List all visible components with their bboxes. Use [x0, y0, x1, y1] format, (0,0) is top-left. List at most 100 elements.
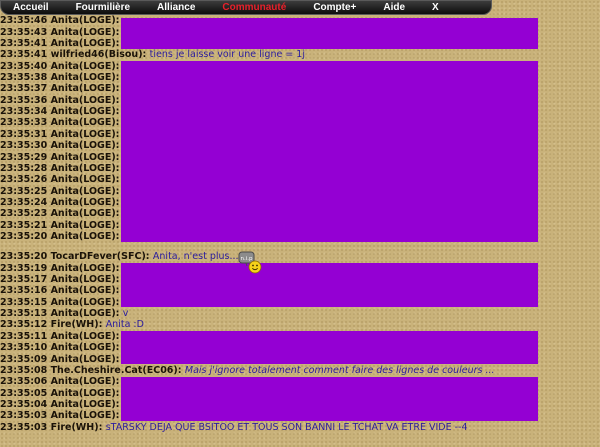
nav-item-compte[interactable]: Compte+	[313, 2, 356, 13]
message-author[interactable]: Anita(LOGE):	[51, 297, 120, 308]
color-highlight-block	[121, 61, 538, 242]
message-timestamp: 23:35:31	[0, 128, 48, 140]
message-timestamp: 23:35:36	[0, 94, 48, 106]
message-author[interactable]: Anita(LOGE):	[51, 140, 120, 151]
nav-item-x[interactable]: X	[432, 2, 439, 13]
message-timestamp: 23:35:06	[0, 376, 48, 388]
color-highlight-block	[121, 376, 538, 422]
chat-message-row: 23:35:06 Anita(LOGE):	[0, 376, 119, 387]
message-author[interactable]: Anita(LOGE):	[51, 174, 120, 185]
message-author[interactable]: Fire(WH):	[51, 422, 103, 433]
chat-message-row: 23:35:16 Anita(LOGE):	[0, 285, 119, 296]
message-author[interactable]: Anita(LOGE):	[51, 388, 120, 399]
message-author[interactable]: Anita(LOGE):	[51, 186, 120, 197]
chat-message-row: 23:35:38 Anita(LOGE):	[0, 72, 119, 83]
chat-message-row: 23:35:03 Anita(LOGE):	[0, 410, 119, 421]
message-author[interactable]: Anita(LOGE):	[51, 163, 120, 174]
message-author[interactable]: Anita(LOGE):	[51, 83, 120, 94]
message-timestamp: 23:35:28	[0, 162, 48, 174]
chat-message-row: 23:35:30 Anita(LOGE):	[0, 140, 119, 151]
message-author[interactable]: Anita(LOGE):	[51, 129, 120, 140]
message-author[interactable]: Anita(LOGE):	[51, 27, 120, 38]
smiley-sign-text: n.i.p	[240, 256, 253, 262]
message-text: Mais j'ignore totalement comment faire d…	[184, 364, 495, 376]
chat-message-row: 23:35:33 Anita(LOGE):	[0, 117, 119, 128]
message-timestamp: 23:35:37	[0, 83, 48, 95]
message-author[interactable]: Anita(LOGE):	[51, 38, 120, 49]
chat-message-row: 23:35:12 Fire(WH): Anita :D	[0, 319, 144, 330]
chat-message-row: 23:35:13 Anita(LOGE): v	[0, 308, 128, 319]
message-author[interactable]: Anita(LOGE):	[51, 106, 120, 117]
message-author[interactable]: Fire(WH):	[51, 319, 103, 330]
message-timestamp: 23:35:24	[0, 196, 48, 208]
message-timestamp: 23:35:04	[0, 398, 48, 410]
smiley-icon: n.i.p	[238, 251, 264, 275]
chat-message-row: 23:35:05 Anita(LOGE):	[0, 388, 119, 399]
message-author[interactable]: Anita(LOGE):	[51, 72, 120, 83]
message-author[interactable]: Anita(LOGE):	[51, 376, 120, 387]
nav-item-alliance[interactable]: Alliance	[157, 2, 195, 13]
message-timestamp: 23:35:40	[0, 60, 48, 72]
message-author[interactable]: Anita(LOGE):	[51, 263, 120, 274]
message-author[interactable]: Anita(LOGE):	[51, 95, 120, 106]
message-text: tiens je laisse voir une ligne = 1j	[149, 49, 305, 61]
message-author[interactable]: The.Cheshire.Cat(EC06):	[51, 365, 182, 376]
message-author[interactable]: wilfried46(Bisou):	[51, 49, 147, 60]
chat-message-row: 23:35:11 Anita(LOGE):	[0, 331, 119, 342]
chat-message-row: 23:35:23 Anita(LOGE):	[0, 208, 119, 219]
message-author[interactable]: Anita(LOGE):	[51, 399, 120, 410]
message-author[interactable]: Anita(LOGE):	[51, 208, 120, 219]
chat-message-row: 23:35:20 TocarDFever(SFC): Anita, n'est …	[0, 251, 239, 262]
chat-log: 23:35:46 Anita(LOGE): 23:35:43 Anita(LOGE…	[0, 0, 600, 447]
message-timestamp: 23:35:30	[0, 140, 48, 152]
message-author[interactable]: Anita(LOGE):	[51, 274, 120, 285]
message-timestamp: 23:35:41	[0, 49, 48, 61]
chat-message-row: 23:35:20 Anita(LOGE):	[0, 231, 119, 242]
message-author[interactable]: Anita(LOGE):	[51, 285, 120, 296]
message-timestamp: 23:35:43	[0, 26, 48, 38]
nav-item-aide[interactable]: Aide	[383, 2, 405, 13]
nav-item-communaut[interactable]: Communauté	[222, 2, 286, 13]
message-author[interactable]: Anita(LOGE):	[51, 231, 120, 242]
chat-message-row: 23:35:17 Anita(LOGE):	[0, 274, 119, 285]
message-author[interactable]: TocarDFever(SFC):	[51, 251, 150, 262]
message-timestamp: 23:35:21	[0, 219, 48, 231]
chat-message-row: 23:35:37 Anita(LOGE):	[0, 83, 119, 94]
nav-item-accueil[interactable]: Accueil	[13, 2, 49, 13]
message-author[interactable]: Anita(LOGE):	[51, 410, 120, 421]
chat-message-row: 23:35:08 The.Cheshire.Cat(EC06): Mais j'…	[0, 365, 495, 376]
message-timestamp: 23:35:05	[0, 387, 48, 399]
message-author[interactable]: Anita(LOGE):	[51, 331, 120, 342]
message-timestamp: 23:35:25	[0, 185, 48, 197]
message-author[interactable]: Anita(LOGE):	[51, 342, 120, 353]
chat-message-row: 23:35:03 Fire(WH): sTARSKY DEJA QUE BSIT…	[0, 422, 468, 433]
message-timestamp: 23:35:09	[0, 353, 48, 365]
message-timestamp: 23:35:16	[0, 285, 48, 297]
message-author[interactable]: Anita(LOGE):	[51, 15, 120, 26]
message-author[interactable]: Anita(LOGE):	[51, 354, 120, 365]
message-timestamp: 23:35:15	[0, 296, 48, 308]
message-timestamp: 23:35:19	[0, 262, 48, 274]
chat-message-row: 23:35:41 Anita(LOGE):	[0, 38, 119, 49]
message-author[interactable]: Anita(LOGE):	[51, 61, 120, 72]
message-timestamp: 23:35:23	[0, 208, 48, 220]
message-author[interactable]: Anita(LOGE):	[51, 152, 120, 163]
chat-message-row: 23:35:28 Anita(LOGE):	[0, 163, 119, 174]
message-timestamp: 23:35:10	[0, 342, 48, 354]
message-timestamp: 23:35:20	[0, 230, 48, 242]
message-timestamp: 23:35:12	[0, 319, 48, 331]
message-author[interactable]: Anita(LOGE):	[51, 197, 120, 208]
message-text: Anita, n'est plus...	[152, 251, 239, 263]
message-author[interactable]: Anita(LOGE):	[51, 308, 120, 319]
color-highlight-block	[121, 331, 538, 365]
chat-message-row: 23:35:34 Anita(LOGE):	[0, 106, 119, 117]
nav-item-fourmili-re[interactable]: Fourmilière	[76, 2, 130, 13]
chat-message-row: 23:35:09 Anita(LOGE):	[0, 354, 119, 365]
message-timestamp: 23:35:33	[0, 117, 48, 129]
message-text: v	[122, 308, 129, 320]
chat-message-row: 23:35:24 Anita(LOGE):	[0, 197, 119, 208]
message-author[interactable]: Anita(LOGE):	[51, 220, 120, 231]
chat-message-row: 23:35:19 Anita(LOGE):	[0, 263, 119, 274]
message-author[interactable]: Anita(LOGE):	[51, 117, 120, 128]
message-timestamp: 23:35:26	[0, 174, 48, 186]
